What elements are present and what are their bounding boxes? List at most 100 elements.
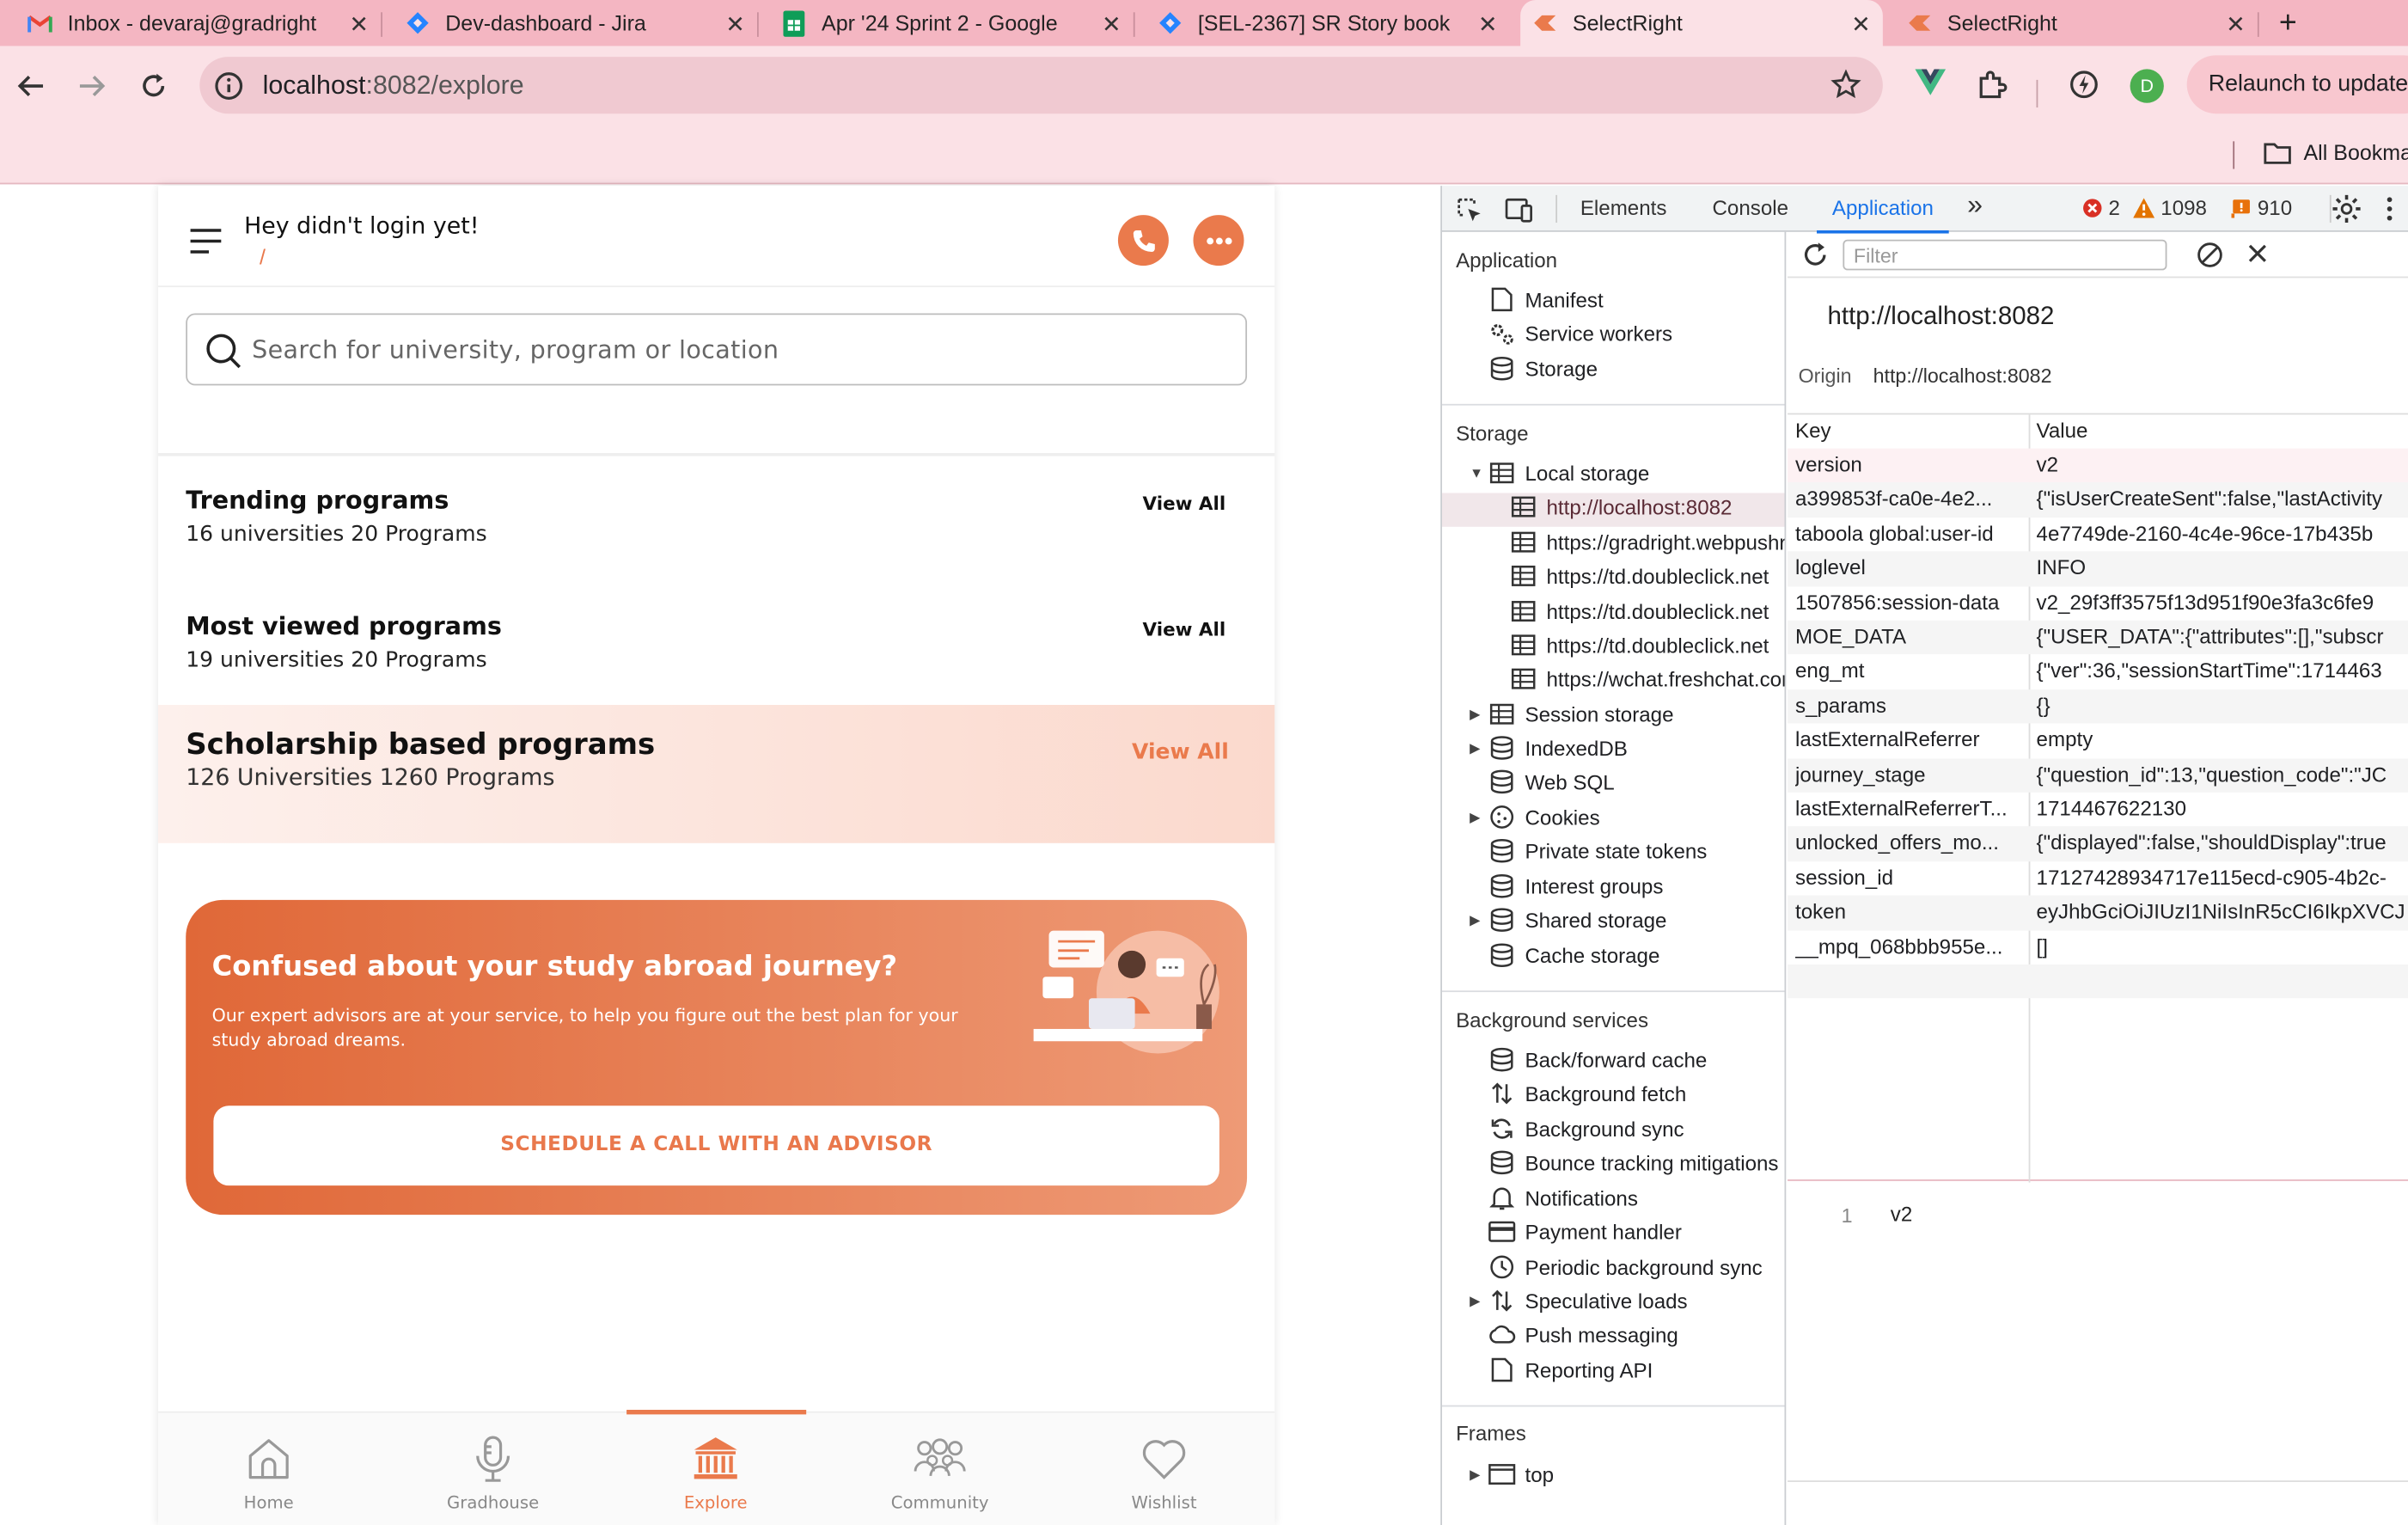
sidebar-item-push-messaging[interactable]: Push messaging bbox=[1488, 1322, 1678, 1347]
table-row[interactable]: token eyJhbGciOiJIUzI1NiIsInR5cCI6IkpXVCJ bbox=[1788, 895, 2408, 930]
sidebar-item-web-sql[interactable]: Web SQL bbox=[1488, 769, 1615, 794]
warning-count-badge[interactable]: 1098 bbox=[2133, 197, 2207, 219]
clear-all-icon[interactable] bbox=[2196, 241, 2223, 268]
sidebar-item-private-state-tokens[interactable]: Private state tokens bbox=[1488, 838, 1707, 863]
site-info-icon[interactable] bbox=[213, 70, 244, 101]
tab-jira-dashboard[interactable]: Dev-dashboard - Jira ✕ bbox=[381, 0, 759, 46]
sidebar-item-service-workers[interactable]: Service workers bbox=[1488, 321, 1672, 346]
table-row[interactable]: version v2 bbox=[1788, 448, 2408, 483]
sidebar-item-back-forward-cache[interactable]: Back/forward cache bbox=[1488, 1047, 1707, 1072]
tab-console[interactable]: Console bbox=[1713, 197, 1789, 220]
forward-arrow-icon[interactable] bbox=[74, 68, 111, 105]
sidebar-item-reporting-api[interactable]: Reporting API bbox=[1488, 1357, 1653, 1382]
nav-item-explore[interactable]: Explore bbox=[639, 1431, 792, 1513]
sidebar-item-local-origin[interactable]: https://td.doubleclick.net bbox=[1510, 599, 1769, 624]
all-bookmarks-button[interactable]: All Bookmarks bbox=[2264, 140, 2408, 164]
new-tab-button[interactable]: + bbox=[2279, 0, 2316, 46]
profile-avatar[interactable]: D bbox=[2130, 69, 2164, 103]
table-row[interactable]: eng_mt {"ver":36,"sessionStartTime":17144… bbox=[1788, 655, 2408, 689]
tab-jira-story[interactable]: [SEL-2367] SR Story book ✕ bbox=[1134, 0, 1510, 46]
close-tab-icon[interactable]: ✕ bbox=[725, 11, 744, 38]
column-header-key[interactable]: Key bbox=[1795, 414, 1831, 448]
sidebar-item-background-sync[interactable]: Background sync bbox=[1488, 1117, 1684, 1142]
table-row[interactable]: __mpq_068bbb955e... [] bbox=[1788, 930, 2408, 965]
reload-icon[interactable] bbox=[135, 68, 172, 105]
close-tab-icon[interactable]: ✕ bbox=[1478, 11, 1497, 38]
view-all-link[interactable]: View All bbox=[1132, 740, 1229, 765]
column-header-value[interactable]: Value bbox=[2037, 414, 2088, 448]
table-row[interactable]: session_id 17127428934717e115ecd-c905-4b2… bbox=[1788, 861, 2408, 896]
table-row[interactable]: journey_stage {"question_id":13,"question… bbox=[1788, 757, 2408, 793]
more-tabs-button[interactable]: » bbox=[1967, 189, 1983, 222]
table-row[interactable]: loglevel INFO bbox=[1788, 551, 2408, 586]
table-row[interactable]: lastExternalReferrer empty bbox=[1788, 724, 2408, 758]
section-header-background-services: Background services bbox=[1456, 1008, 1649, 1032]
nav-item-home[interactable]: Home bbox=[192, 1431, 345, 1513]
search-input[interactable]: Search for university, program or locati… bbox=[186, 313, 1248, 386]
sidebar-item-background-fetch[interactable]: Background fetch bbox=[1488, 1081, 1686, 1106]
table-row[interactable]: s_params {} bbox=[1788, 689, 2408, 724]
close-tab-icon[interactable]: ✕ bbox=[1851, 11, 1870, 38]
settings-gear-icon[interactable] bbox=[2332, 193, 2362, 224]
issues-count-badge[interactable]: 910 bbox=[2231, 197, 2292, 219]
tab-elements[interactable]: Elements bbox=[1580, 197, 1667, 220]
back-arrow-icon[interactable] bbox=[12, 68, 49, 105]
nav-item-wishlist[interactable]: Wishlist bbox=[1087, 1431, 1241, 1513]
bookmark-star-icon[interactable] bbox=[1830, 69, 1861, 100]
table-row[interactable]: a399853f-ca0e-4e2... {"isUserCreateSent":… bbox=[1788, 482, 2408, 518]
view-all-link[interactable]: View All bbox=[1143, 493, 1226, 514]
extension-icon[interactable] bbox=[2069, 69, 2099, 100]
sidebar-item-periodic-background-sync[interactable]: Periodic background sync bbox=[1488, 1255, 1763, 1280]
sidebar-item-indexeddb[interactable]: ▶ IndexedDB bbox=[1470, 736, 1628, 761]
nav-item-gradhouse[interactable]: Gradhouse bbox=[416, 1431, 570, 1513]
nav-item-community[interactable]: Community bbox=[863, 1431, 1017, 1513]
extensions-puzzle-icon[interactable] bbox=[1977, 69, 2008, 100]
sidebar-item-local-storage[interactable]: ▼ Local storage bbox=[1470, 461, 1649, 486]
chat-button[interactable] bbox=[1193, 215, 1244, 266]
view-all-link[interactable]: View All bbox=[1143, 619, 1226, 640]
error-count-badge[interactable]: 2 bbox=[2082, 197, 2120, 219]
inspect-element-icon[interactable] bbox=[1456, 197, 1483, 224]
sidebar-item-local-origin[interactable]: https://td.doubleclick.net bbox=[1510, 564, 1769, 589]
sidebar-item-cookies[interactable]: ▶ Cookies bbox=[1470, 805, 1600, 830]
sidebar-item-shared-storage[interactable]: ▶ Shared storage bbox=[1470, 908, 1666, 933]
address-bar[interactable]: localhost:8082/explore bbox=[199, 57, 1883, 114]
sidebar-item-bounce-tracking[interactable]: Bounce tracking mitigations bbox=[1488, 1150, 1779, 1175]
sidebar-item-cache-storage[interactable]: Cache storage bbox=[1488, 943, 1659, 968]
close-tab-icon[interactable]: ✕ bbox=[2226, 11, 2245, 38]
sidebar-item-manifest[interactable]: Manifest bbox=[1488, 287, 1604, 312]
sidebar-item-interest-groups[interactable]: Interest groups bbox=[1488, 874, 1663, 899]
table-row[interactable]: MOE_DATA {"USER_DATA":{"attributes":[],"s… bbox=[1788, 620, 2408, 655]
sidebar-item-speculative-loads[interactable]: ▶ Speculative loads bbox=[1470, 1289, 1687, 1314]
more-options-icon[interactable] bbox=[2385, 197, 2394, 222]
refresh-icon[interactable] bbox=[1801, 241, 1829, 268]
sidebar-item-local-origin[interactable]: https://wchat.freshchat.com bbox=[1510, 666, 1784, 691]
sidebar-item-payment-handler[interactable]: Payment handler bbox=[1488, 1219, 1682, 1244]
close-tab-icon[interactable]: ✕ bbox=[349, 11, 368, 38]
table-row[interactable]: taboola global:user-id 4e7749de-2160-4c4e… bbox=[1788, 518, 2408, 552]
tab-google-sheets[interactable]: Apr '24 Sprint 2 - Google ✕ bbox=[757, 0, 1135, 46]
sidebar-item-frame-top[interactable]: ▶ top bbox=[1470, 1462, 1554, 1487]
delete-selected-icon[interactable] bbox=[2246, 242, 2268, 264]
filter-input[interactable]: Filter bbox=[1843, 239, 2167, 271]
table-row[interactable]: lastExternalReferrerT... 1714467622130 bbox=[1788, 793, 2408, 827]
sidebar-item-localhost-8082[interactable]: http://localhost:8082 bbox=[1510, 494, 1732, 519]
device-toolbar-icon[interactable] bbox=[1503, 197, 1534, 224]
sidebar-item-local-origin[interactable]: https://gradright.webpushr.com bbox=[1510, 530, 1784, 554]
relaunch-to-update-button[interactable]: Relaunch to update bbox=[2186, 55, 2408, 114]
close-tab-icon[interactable]: ✕ bbox=[1102, 11, 1121, 38]
tab-selectright-active[interactable]: SelectRight ✕ bbox=[1520, 0, 1883, 46]
sidebar-item-notifications[interactable]: Notifications bbox=[1488, 1185, 1638, 1210]
tab-gmail[interactable]: Inbox - devaraj@gradright ✕ bbox=[0, 0, 382, 46]
sidebar-item-session-storage[interactable]: ▶ Session storage bbox=[1470, 701, 1673, 726]
call-button[interactable] bbox=[1117, 215, 1169, 266]
schedule-call-button[interactable]: SCHEDULE A CALL WITH AN ADVISOR bbox=[213, 1105, 1219, 1186]
vue-devtools-icon[interactable] bbox=[1915, 69, 1947, 96]
sidebar-item-storage[interactable]: Storage bbox=[1488, 356, 1598, 381]
hamburger-menu-icon[interactable] bbox=[189, 227, 223, 254]
table-row[interactable]: unlocked_offers_mo... {"displayed":false,… bbox=[1788, 826, 2408, 861]
tab-selectright[interactable]: SelectRight ✕ bbox=[1895, 0, 2259, 46]
table-row[interactable]: 1507856:session-data v2_29f3ff3575f13d951… bbox=[1788, 586, 2408, 621]
sidebar-item-local-origin[interactable]: https://td.doubleclick.net bbox=[1510, 633, 1769, 658]
tab-application[interactable]: Application bbox=[1817, 197, 1949, 234]
